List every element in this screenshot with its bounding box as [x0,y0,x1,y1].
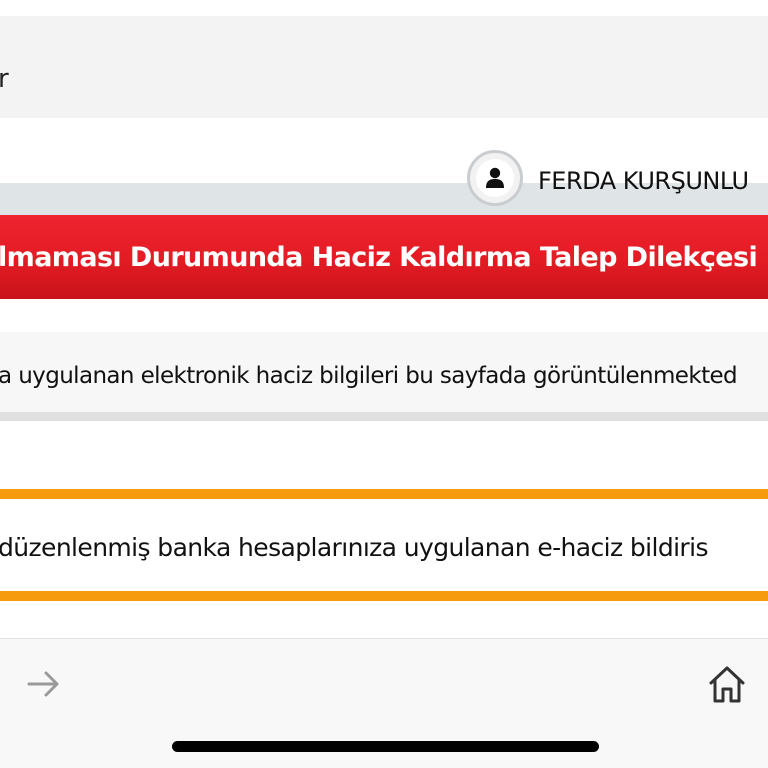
user-avatar[interactable] [467,150,523,206]
arrow-right-icon[interactable] [26,666,62,702]
page-title-banner: lmaması Durumunda Haciz Kaldırma Talep D… [0,215,768,299]
header-title: r [0,64,9,94]
warning-box: düzenlenmiş banka hesaplarınıza uygulana… [0,489,768,601]
info-box: a uygulanan elektronik haciz bilgileri b… [0,332,768,421]
page: r FERDA KURŞUNLU lmaması Durumunda Haciz… [0,0,768,768]
home-indicator[interactable] [172,741,599,752]
info-text: a uygulanan elektronik haciz bilgileri b… [0,363,738,389]
page-title: lmaması Durumunda Haciz Kaldırma Talep D… [0,242,758,273]
home-icon[interactable] [706,663,748,705]
user-name[interactable]: FERDA KURŞUNLU [538,167,749,195]
user-icon [486,167,504,188]
header-bar: r [0,16,768,118]
warning-text: düzenlenmiş banka hesaplarınıza uygulana… [0,533,708,562]
